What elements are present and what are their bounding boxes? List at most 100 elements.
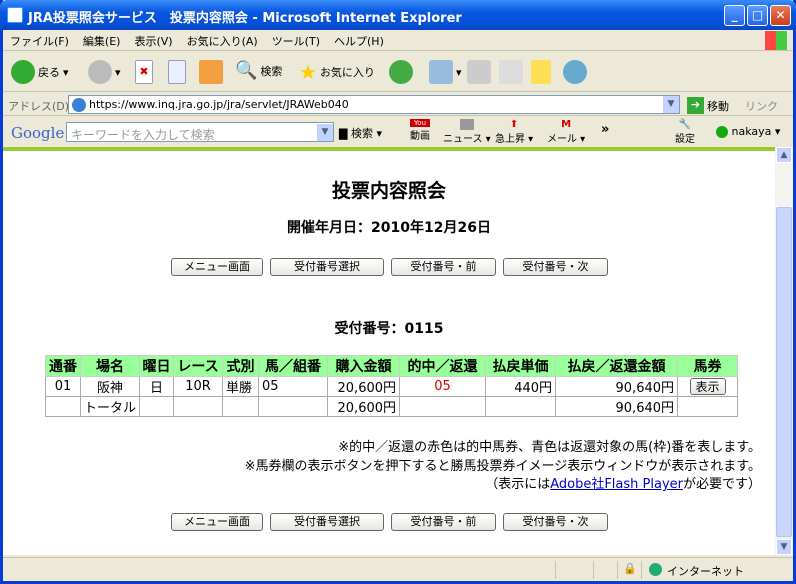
- cell-venue: 阪神: [79, 376, 141, 397]
- receipt-select-button[interactable]: 受付番号選択: [270, 258, 384, 276]
- status-divider: [641, 561, 642, 579]
- favorites-button[interactable]: ★ お気に入り: [299, 60, 375, 84]
- address-input[interactable]: https://www.inq.jra.go.jp/jra/servlet/JR…: [68, 95, 680, 114]
- video-button[interactable]: You 動画: [410, 119, 430, 142]
- total-payout: 90,640円: [555, 396, 679, 417]
- cell-empty: [399, 396, 487, 417]
- back-button[interactable]: 戻る ▾: [11, 60, 69, 84]
- user-button[interactable]: nakaya ▾: [716, 125, 780, 138]
- receipt-prev-button[interactable]: 受付番号・前: [391, 258, 496, 276]
- total-amount: 20,600円: [327, 396, 401, 417]
- address-dropdown-icon[interactable]: ▼: [663, 96, 679, 113]
- note-flash: （表示にはAdobe社Flash Playerが必要です）: [485, 473, 761, 492]
- note-color: ※的中／返還の赤色は的中馬券、青色は返還対象の馬(枠)番を表します。: [338, 440, 761, 455]
- menu-view[interactable]: 表示(V): [127, 30, 179, 52]
- flash-player-link[interactable]: Adobe社Flash Player: [550, 477, 683, 492]
- cell-empty: [45, 396, 81, 417]
- menu-favorites[interactable]: お気に入り(A): [180, 30, 265, 52]
- back-label: 戻る: [38, 66, 60, 79]
- settings-label: 設定: [675, 134, 695, 145]
- print-button[interactable]: [467, 60, 491, 84]
- google-search-input[interactable]: キーワードを入力して検索 ▼: [66, 122, 334, 142]
- col-ticket: 馬券: [677, 355, 739, 377]
- menu-tools[interactable]: ツール(T): [265, 30, 327, 52]
- cell-empty: [139, 396, 175, 417]
- cell-type: 単勝: [222, 376, 260, 397]
- search-icon: 🔍: [235, 60, 258, 81]
- security-zone: インターネット: [667, 565, 744, 578]
- stop-icon: ✖: [135, 60, 153, 84]
- event-date: 開催年月日：2010年12月26日: [287, 220, 491, 236]
- refresh-button[interactable]: [168, 60, 186, 84]
- cell-payout: 90,640円: [555, 376, 679, 397]
- cell-empty: [677, 396, 739, 417]
- history-button[interactable]: [389, 60, 413, 84]
- more-button[interactable]: »: [601, 122, 609, 137]
- vertical-scrollbar[interactable]: ▲ ▼: [775, 147, 793, 555]
- google-logo: Google: [11, 124, 65, 142]
- menu-screen-button-bottom[interactable]: メニュー画面: [171, 513, 263, 531]
- note-ticket: ※馬券欄の表示ボタンを押下すると勝馬投票券イメージ表示ウィンドウが表示されます。: [244, 459, 761, 474]
- rising-button[interactable]: ⬆ 急上昇 ▾: [495, 119, 533, 145]
- video-label: 動画: [410, 131, 430, 142]
- rising-label: 急上昇: [495, 134, 525, 145]
- receipt-select-button-bottom[interactable]: 受付番号選択: [270, 513, 384, 531]
- settings-button[interactable]: 🔧 設定: [675, 119, 695, 145]
- cell-empty: [258, 396, 329, 417]
- receipt-number: 受付番号：0115: [334, 321, 444, 337]
- google-search-button[interactable]: ▇ 検索 ▾: [339, 125, 382, 141]
- star-icon: ★: [299, 60, 317, 84]
- forward-button[interactable]: ▾: [88, 60, 121, 84]
- menu-help[interactable]: ヘルプ(H): [327, 30, 391, 52]
- status-divider: [593, 561, 594, 579]
- menu-file[interactable]: ファイル(F): [3, 30, 76, 52]
- col-venue: 場名: [79, 355, 141, 377]
- maximize-button[interactable]: □: [747, 5, 768, 26]
- go-button[interactable]: ➔ 移動: [687, 97, 729, 114]
- menu-screen-button[interactable]: メニュー画面: [171, 258, 263, 276]
- mail-button[interactable]: ▾: [429, 60, 462, 84]
- google-toolbar: Google キーワードを入力して検索 ▼ ▇ 検索 ▾ You 動画 ニュース ▾…: [3, 117, 793, 147]
- note-button[interactable]: [531, 60, 551, 84]
- menu-edit[interactable]: 編集(E): [76, 30, 128, 52]
- news-button[interactable]: ニュース ▾: [443, 119, 491, 145]
- wrench-icon: 🔧: [678, 119, 692, 130]
- stop-button[interactable]: ✖: [135, 60, 153, 84]
- col-no: 通番: [45, 355, 81, 377]
- mail-icon: [429, 60, 453, 84]
- show-ticket-button[interactable]: 表示: [689, 378, 726, 395]
- minimize-button[interactable]: _: [724, 5, 745, 26]
- edit-button[interactable]: [499, 60, 523, 84]
- scroll-thumb[interactable]: [776, 207, 792, 537]
- col-horse: 馬／組番: [258, 355, 329, 377]
- col-race: レース: [173, 355, 224, 377]
- receipt-prev-button-bottom[interactable]: 受付番号・前: [391, 513, 496, 531]
- page-content: 投票内容照会 開催年月日：2010年12月26日 メニュー画面 受付番号選択 受…: [3, 151, 775, 555]
- table-header: 通番 場名 曜日 レース 式別 馬／組番 購入金額 的中／返還 払戻単価 払戻／…: [45, 355, 739, 377]
- receipt-next-button-bottom[interactable]: 受付番号・次: [503, 513, 608, 531]
- window-title: JRA投票照会サービス 投票内容照会 - Microsoft Internet …: [28, 11, 462, 26]
- cell-no: 01: [45, 376, 81, 397]
- col-unit: 払戻単価: [485, 355, 557, 377]
- col-day: 曜日: [139, 355, 175, 377]
- close-button[interactable]: ✕: [770, 5, 791, 26]
- note-icon: [531, 60, 551, 84]
- google-dropdown-icon[interactable]: ▼: [317, 124, 333, 141]
- cell-empty: [173, 396, 224, 417]
- receipt-next-button[interactable]: 受付番号・次: [503, 258, 608, 276]
- mail-link[interactable]: M メール ▾: [547, 119, 585, 145]
- status-divider: [555, 561, 556, 579]
- go-label: 移動: [707, 99, 729, 113]
- bet-table: 通番 場名 曜日 レース 式別 馬／組番 購入金額 的中／返還 払戻単価 払戻／…: [45, 355, 739, 417]
- toolbar: 戻る ▾ ▾ ✖ 🔍 検索 ★ お気に入り ▾: [3, 52, 793, 92]
- table-row: 01 阪神 日 10R 単勝 05 20,600円 05 440円 90,640…: [45, 376, 739, 397]
- links-button[interactable]: リンク: [745, 98, 778, 114]
- address-url: https://www.inq.jra.go.jp/jra/servlet/JR…: [89, 98, 349, 111]
- home-button[interactable]: [199, 60, 223, 84]
- search-button[interactable]: 🔍 検索: [235, 60, 282, 81]
- gmail-icon: M: [561, 119, 572, 130]
- scroll-up-icon[interactable]: ▲: [776, 147, 792, 163]
- news-label: ニュース: [443, 134, 483, 145]
- scroll-down-icon[interactable]: ▼: [776, 539, 792, 555]
- messenger-button[interactable]: [563, 60, 587, 84]
